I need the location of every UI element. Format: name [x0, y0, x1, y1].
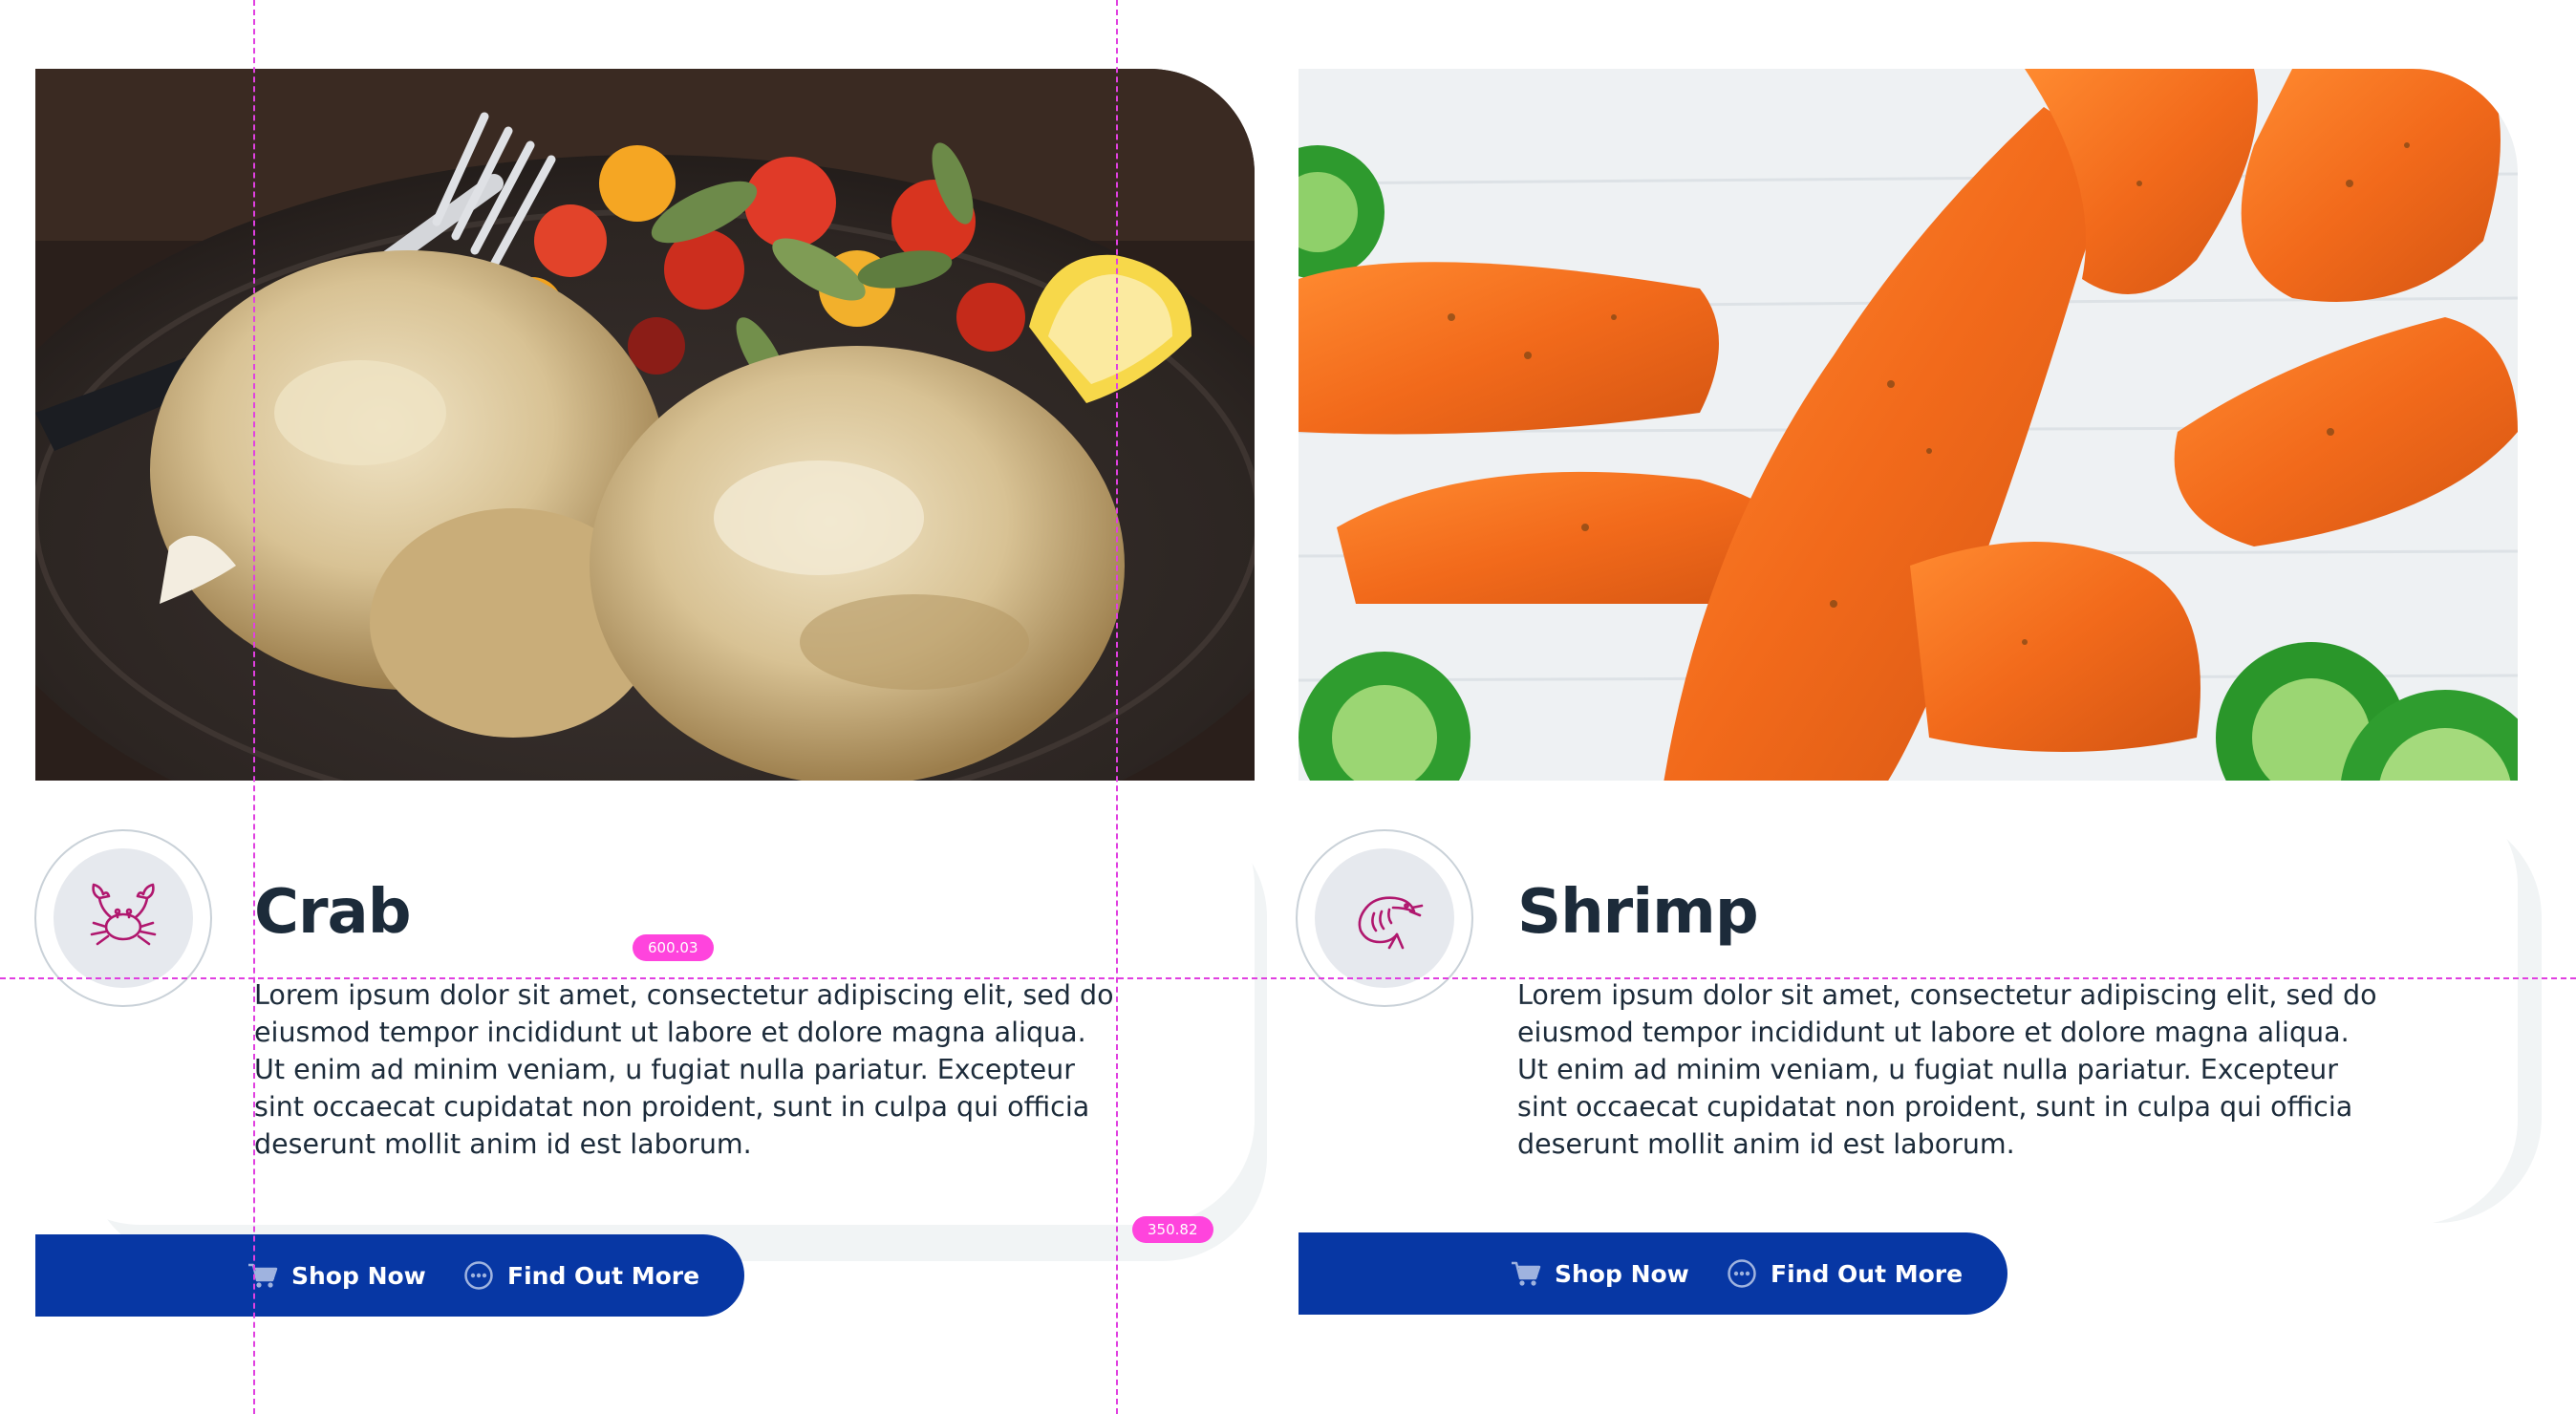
cta-bar: Shop Now Find Out More [1299, 1232, 2007, 1315]
product-card-shrimp: Shrimp Lorem ipsum dolor sit amet, conse… [1280, 0, 2576, 1414]
shrimp-icon-badge [1296, 829, 1473, 1007]
shrimp-icon [1358, 896, 1424, 950]
measurement-label-width: 350.82 [1132, 1216, 1213, 1243]
more-dots-icon [464, 1261, 493, 1290]
product-description: Lorem ipsum dolor sit amet, consectetur … [1517, 979, 2377, 1160]
shop-now-button[interactable]: Shop Now [247, 1234, 426, 1317]
product-title: Crab [254, 877, 412, 948]
shop-now-label: Shop Now [1555, 1259, 1689, 1288]
shop-now-label: Shop Now [291, 1261, 426, 1290]
breaded-shrimp-photo [1299, 69, 2518, 781]
find-out-more-label: Find Out More [507, 1261, 700, 1290]
measurement-label-height: 600.03 [633, 934, 714, 961]
crab-cakes-photo [35, 69, 1255, 781]
crab-icon-badge [34, 829, 212, 1007]
shop-now-button[interactable]: Shop Now [1511, 1232, 1689, 1315]
product-title: Shrimp [1517, 877, 1759, 948]
product-description: Lorem ipsum dolor sit amet, consectetur … [254, 979, 1114, 1160]
cta-bar: Shop Now Find Out More [35, 1234, 744, 1317]
crab-icon [90, 883, 157, 946]
find-out-more-button[interactable]: Find Out More [463, 1234, 699, 1317]
cart-icon [248, 1263, 278, 1288]
find-out-more-label: Find Out More [1771, 1259, 1964, 1288]
more-dots-icon [1728, 1259, 1756, 1288]
find-out-more-button[interactable]: Find Out More [1727, 1232, 1963, 1315]
cart-icon [1512, 1261, 1541, 1286]
product-card-crab: Crab Lorem ipsum dolor sit amet, consect… [0, 0, 1280, 1414]
